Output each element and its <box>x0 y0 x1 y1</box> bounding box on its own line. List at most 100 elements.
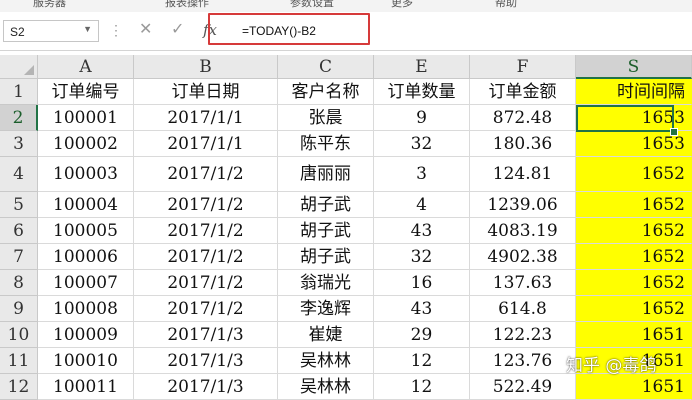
cell-b8[interactable]: 2017/1/2 <box>134 270 278 296</box>
cell-e7[interactable]: 32 <box>374 244 470 270</box>
ribbon-group-more: 更多 <box>391 0 413 9</box>
cell-a3[interactable]: 100002 <box>38 131 134 157</box>
column-header-f[interactable]: F <box>470 55 576 79</box>
row-header-8[interactable]: 8 <box>0 270 38 296</box>
row-header-10[interactable]: 10 <box>0 322 38 348</box>
cell-e4[interactable]: 3 <box>374 157 470 192</box>
cell-e9[interactable]: 43 <box>374 296 470 322</box>
cell-b2[interactable]: 2017/1/1 <box>134 105 278 131</box>
column-header-s[interactable]: S <box>576 55 692 79</box>
header-cell-b[interactable]: 订单日期 <box>134 79 278 105</box>
header-cell-f[interactable]: 订单金额 <box>470 79 576 105</box>
ribbon-group-params: 参数设置 <box>290 0 334 9</box>
cell-a6[interactable]: 100005 <box>38 218 134 244</box>
cell-a7[interactable]: 100006 <box>38 244 134 270</box>
cell-c5[interactable]: 胡子武 <box>278 192 374 218</box>
cell-s10[interactable]: 1651 <box>576 322 692 348</box>
cell-c11[interactable]: 吴林林 <box>278 348 374 374</box>
cell-f11[interactable]: 123.76 <box>470 348 576 374</box>
column-header-a[interactable]: A <box>38 55 134 79</box>
cell-a12[interactable]: 100011 <box>38 374 134 400</box>
name-box[interactable]: S2 ▼ <box>3 20 99 42</box>
cell-b3[interactable]: 2017/1/1 <box>134 131 278 157</box>
cell-c2[interactable]: 张晨 <box>278 105 374 131</box>
confirm-icon[interactable]: ✓ <box>171 19 184 39</box>
ribbon-group-help: 帮助 <box>495 0 517 9</box>
cell-b9[interactable]: 2017/1/2 <box>134 296 278 322</box>
cell-b4[interactable]: 2017/1/2 <box>134 157 278 192</box>
cell-e5[interactable]: 4 <box>374 192 470 218</box>
cell-a10[interactable]: 100009 <box>38 322 134 348</box>
header-cell-e[interactable]: 订单数量 <box>374 79 470 105</box>
cell-b12[interactable]: 2017/1/3 <box>134 374 278 400</box>
cell-f8[interactable]: 137.63 <box>470 270 576 296</box>
ribbon-group-server: 服务器 <box>33 0 66 9</box>
cell-e6[interactable]: 43 <box>374 218 470 244</box>
column-header-b[interactable]: B <box>134 55 278 79</box>
cancel-icon[interactable]: ✕ <box>139 19 152 39</box>
cell-c9[interactable]: 李逸辉 <box>278 296 374 322</box>
cell-f6[interactable]: 4083.19 <box>470 218 576 244</box>
cell-s4[interactable]: 1652 <box>576 157 692 192</box>
cell-b6[interactable]: 2017/1/2 <box>134 218 278 244</box>
row-header-9[interactable]: 9 <box>0 296 38 322</box>
cell-s6[interactable]: 1652 <box>576 218 692 244</box>
header-cell-s[interactable]: 时间间隔 <box>576 79 692 105</box>
watermark: 知乎 @毒鸽 <box>566 356 657 376</box>
cell-c3[interactable]: 陈平东 <box>278 131 374 157</box>
cell-a11[interactable]: 100010 <box>38 348 134 374</box>
cell-a5[interactable]: 100004 <box>38 192 134 218</box>
row-header-1[interactable]: 1 <box>0 79 38 105</box>
cell-a2[interactable]: 100001 <box>38 105 134 131</box>
cell-s7[interactable]: 1652 <box>576 244 692 270</box>
chevron-down-icon[interactable]: ▼ <box>83 24 92 34</box>
cell-a8[interactable]: 100007 <box>38 270 134 296</box>
cell-c8[interactable]: 翁瑞光 <box>278 270 374 296</box>
header-cell-c[interactable]: 客户名称 <box>278 79 374 105</box>
cell-c4[interactable]: 唐丽丽 <box>278 157 374 192</box>
header-cell-a[interactable]: 订单编号 <box>38 79 134 105</box>
cell-e11[interactable]: 12 <box>374 348 470 374</box>
cell-e10[interactable]: 29 <box>374 322 470 348</box>
cell-c12[interactable]: 吴林林 <box>278 374 374 400</box>
cell-c10[interactable]: 崔婕 <box>278 322 374 348</box>
row-header-2[interactable]: 2 <box>0 105 38 131</box>
ribbon-group-report: 报表操作 <box>165 0 209 9</box>
row-header-12[interactable]: 12 <box>0 374 38 400</box>
cell-e2[interactable]: 9 <box>374 105 470 131</box>
cell-s12[interactable]: 1651 <box>576 374 692 400</box>
cell-b10[interactable]: 2017/1/3 <box>134 322 278 348</box>
cell-f2[interactable]: 872.48 <box>470 105 576 131</box>
cell-b5[interactable]: 2017/1/2 <box>134 192 278 218</box>
column-header-e[interactable]: E <box>374 55 470 79</box>
row-header-3[interactable]: 3 <box>0 131 38 157</box>
cell-b7[interactable]: 2017/1/2 <box>134 244 278 270</box>
cell-f4[interactable]: 124.81 <box>470 157 576 192</box>
cell-f5[interactable]: 1239.06 <box>470 192 576 218</box>
row-header-5[interactable]: 5 <box>0 192 38 218</box>
row-header-6[interactable]: 6 <box>0 218 38 244</box>
more-dots-icon: ⋮ <box>109 22 123 38</box>
cell-f7[interactable]: 4902.38 <box>470 244 576 270</box>
cell-s5[interactable]: 1652 <box>576 192 692 218</box>
cell-c6[interactable]: 胡子武 <box>278 218 374 244</box>
row-header-7[interactable]: 7 <box>0 244 38 270</box>
cell-f10[interactable]: 122.23 <box>470 322 576 348</box>
row-header-11[interactable]: 11 <box>0 348 38 374</box>
cell-a4[interactable]: 100003 <box>38 157 134 192</box>
column-header-c[interactable]: C <box>278 55 374 79</box>
cell-e8[interactable]: 16 <box>374 270 470 296</box>
cell-s8[interactable]: 1652 <box>576 270 692 296</box>
row-header-4[interactable]: 4 <box>0 157 38 192</box>
cell-f3[interactable]: 180.36 <box>470 131 576 157</box>
cell-e12[interactable]: 12 <box>374 374 470 400</box>
cell-b11[interactable]: 2017/1/3 <box>134 348 278 374</box>
fill-handle[interactable] <box>670 128 678 136</box>
cell-a9[interactable]: 100008 <box>38 296 134 322</box>
cell-c7[interactable]: 胡子武 <box>278 244 374 270</box>
cell-e3[interactable]: 32 <box>374 131 470 157</box>
cell-f9[interactable]: 614.8 <box>470 296 576 322</box>
cell-f12[interactable]: 522.49 <box>470 374 576 400</box>
select-all-corner[interactable] <box>0 55 38 79</box>
cell-s9[interactable]: 1652 <box>576 296 692 322</box>
